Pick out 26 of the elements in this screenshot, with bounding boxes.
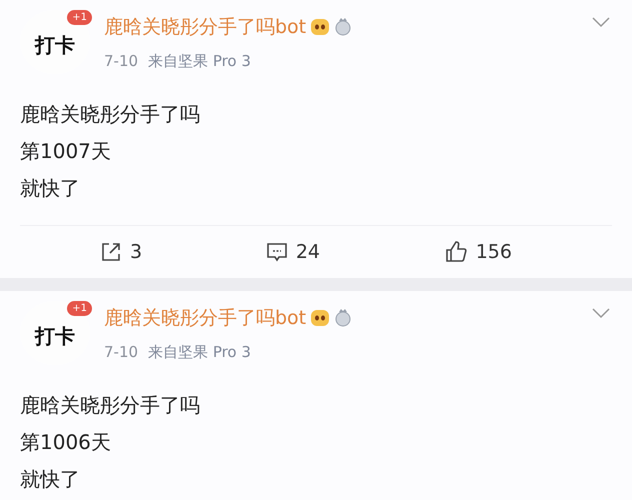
avatar-label: 打卡 [35,322,75,350]
post-source: 来自坚果 Pro 3 [148,343,251,362]
post-text: 第1006天 [20,429,112,456]
chevron-down-icon[interactable] [592,16,610,28]
face-icon [310,308,330,328]
post-text: 鹿晗关晓彤分手了吗 [20,101,201,128]
post-text: 就快了 [20,175,81,202]
comment-icon [266,241,288,263]
notification-badge: +1 [67,10,92,25]
medal-icon [334,308,352,328]
notification-badge: +1 [67,301,92,316]
avatar-label: 打卡 [35,32,75,58]
post-text: 第1007天 [20,138,112,165]
face-icon [310,17,330,37]
post-text: 鹿晗关晓彤分手了吗 [20,392,201,419]
medal-icon [334,17,352,37]
comment-button[interactable]: 24 [266,240,320,264]
chevron-down-icon[interactable] [592,307,610,319]
post-text: 就快了 [20,466,81,493]
thumbs-up-icon [444,240,468,264]
like-button[interactable]: 156 [444,240,512,264]
post-source: 来自坚果 Pro 3 [148,52,251,71]
share-icon [100,241,122,263]
repost-button[interactable]: 3 [100,240,142,264]
post-date: 7-10 [104,52,138,71]
post-date: 7-10 [104,343,138,362]
